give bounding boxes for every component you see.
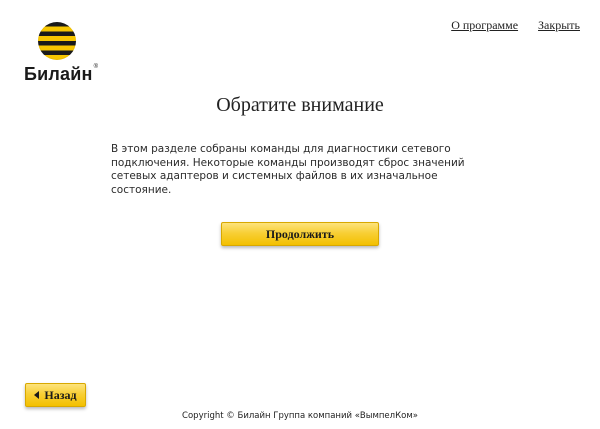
left-triangle-arrow-icon bbox=[34, 391, 40, 399]
footer-copyright: Copyright © Билайн Группа компаний «Вымп… bbox=[182, 411, 418, 421]
beeline-logo: Билайн® bbox=[24, 22, 104, 88]
brand-name: Билайн bbox=[24, 64, 93, 84]
beeline-logo-icon bbox=[38, 22, 76, 60]
beeline-logo-text: Билайн® bbox=[24, 64, 98, 85]
close-link[interactable]: Закрыть bbox=[538, 18, 580, 33]
continue-button[interactable]: Продолжить bbox=[221, 222, 379, 246]
about-program-link[interactable]: О программе bbox=[451, 18, 518, 33]
back-button-label: Назад bbox=[44, 387, 77, 402]
page-title: Обратите внимание bbox=[216, 94, 384, 116]
registered-mark: ® bbox=[93, 64, 99, 70]
continue-button-label: Продолжить bbox=[265, 226, 335, 241]
header-links: О программе Закрыть bbox=[451, 18, 580, 33]
description-text: В этом разделе собраны команды для диагн… bbox=[111, 143, 465, 196]
back-button[interactable]: Назад bbox=[25, 383, 86, 407]
